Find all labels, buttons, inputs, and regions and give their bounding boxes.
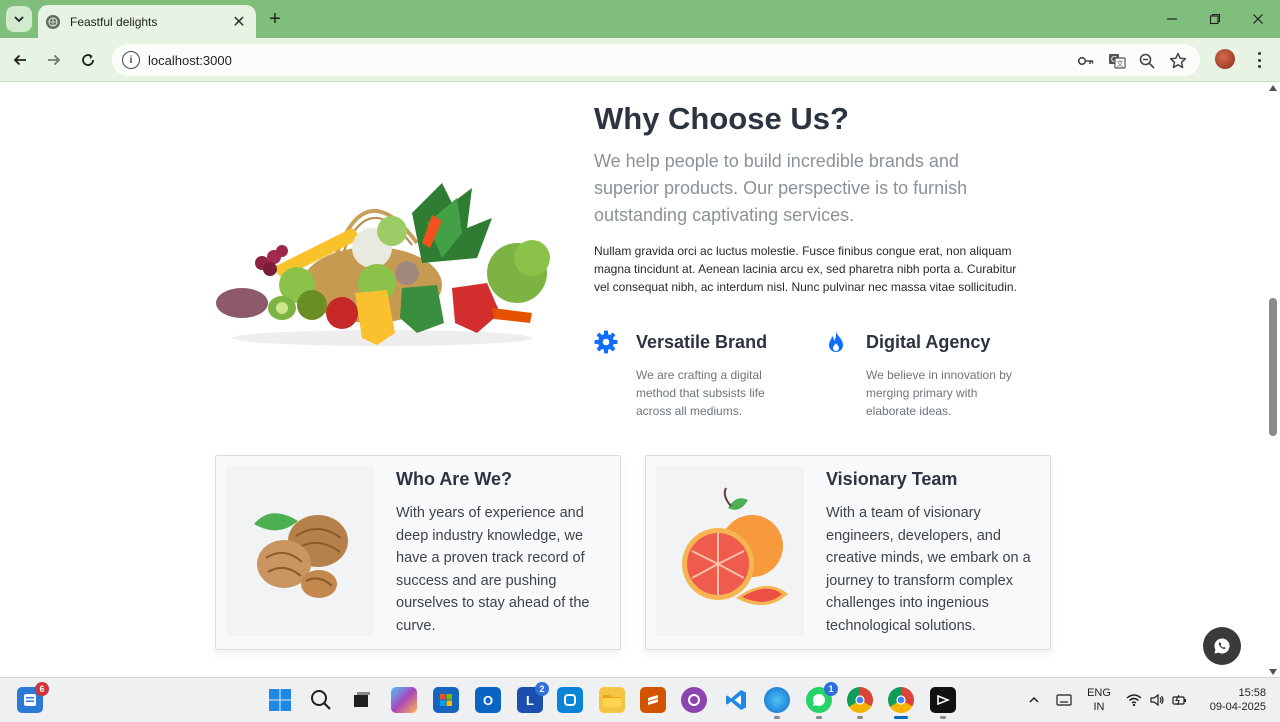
whatsapp-chat-button[interactable] bbox=[1203, 627, 1241, 665]
address-bar[interactable]: i localhost:3000 G文 bbox=[112, 44, 1200, 76]
tab-search-button[interactable] bbox=[6, 6, 32, 32]
scroll-up-arrow-icon[interactable] bbox=[1269, 85, 1277, 91]
vscode-icon[interactable] bbox=[723, 687, 749, 713]
page-viewport: Why Choose Us? We help people to build i… bbox=[0, 83, 1266, 677]
tab-title: Feastful delights bbox=[70, 14, 158, 29]
page-scrollbar[interactable] bbox=[1266, 83, 1280, 677]
restore-icon bbox=[1209, 13, 1221, 25]
arrow-left-icon bbox=[13, 54, 26, 66]
profile-avatar[interactable] bbox=[1215, 49, 1235, 69]
chrome-icon[interactable] bbox=[847, 687, 873, 719]
keyboard-icon[interactable] bbox=[1051, 687, 1077, 713]
chrome-active-icon[interactable] bbox=[888, 687, 914, 719]
card-text: With a team of visionary engineers, deve… bbox=[826, 505, 1031, 634]
task-view-icon[interactable] bbox=[349, 687, 375, 713]
language-indicator[interactable]: ENG IN bbox=[1085, 686, 1113, 714]
feature-text: We believe in innovation by merging prim… bbox=[866, 368, 1012, 418]
close-icon bbox=[1253, 14, 1263, 24]
active-indicator bbox=[894, 716, 908, 719]
walnut-image bbox=[226, 466, 374, 636]
card-text: With years of experience and deep indust… bbox=[396, 505, 590, 634]
whatsapp-taskbar-icon[interactable]: 1 bbox=[806, 682, 838, 719]
chevron-down-icon bbox=[14, 16, 24, 23]
edge-icon[interactable] bbox=[764, 687, 790, 719]
close-window-button[interactable] bbox=[1243, 8, 1273, 30]
svg-text:文: 文 bbox=[1117, 59, 1124, 68]
running-indicator bbox=[774, 716, 780, 719]
scrollbar-thumb[interactable] bbox=[1269, 298, 1277, 436]
browser-tab-bar: Feastful delights ✕ + bbox=[0, 0, 1280, 38]
feature-title: Digital Agency bbox=[866, 332, 991, 352]
zoom-icon[interactable] bbox=[1137, 51, 1157, 71]
windows-taskbar: 6 O L 2 1 ENG IN 15:58 09-04-2025 bbox=[0, 677, 1280, 722]
translate-icon[interactable]: G文 bbox=[1107, 51, 1127, 71]
browser-tab[interactable]: Feastful delights ✕ bbox=[38, 5, 256, 38]
whatsapp-icon bbox=[1214, 638, 1230, 654]
clock[interactable]: 15:58 09-04-2025 bbox=[1198, 686, 1266, 714]
notification-badge: 1 bbox=[824, 682, 838, 696]
scroll-down-arrow-icon[interactable] bbox=[1269, 669, 1277, 675]
more-menu-icon[interactable] bbox=[1251, 50, 1267, 70]
url-text: localhost:3000 bbox=[148, 52, 232, 68]
running-indicator bbox=[816, 716, 822, 719]
chevron-up-icon[interactable] bbox=[1021, 687, 1047, 713]
microsoft-store-icon[interactable] bbox=[433, 687, 459, 713]
forward-button[interactable] bbox=[42, 48, 66, 72]
card-title: Visionary Team bbox=[826, 469, 958, 489]
capcut-icon[interactable] bbox=[930, 687, 956, 719]
sublime-text-icon[interactable] bbox=[640, 687, 666, 713]
reload-button[interactable] bbox=[76, 48, 100, 72]
section-title: Why Choose Us? bbox=[594, 101, 849, 136]
outlook-icon[interactable]: O bbox=[475, 687, 501, 713]
globe-icon bbox=[46, 14, 60, 29]
clock-time: 15:58 bbox=[1238, 687, 1266, 699]
github-desktop-icon[interactable] bbox=[681, 687, 707, 713]
vegetable-basket-image bbox=[216, 183, 550, 346]
search-icon[interactable] bbox=[308, 687, 334, 713]
password-key-icon[interactable] bbox=[1076, 51, 1096, 71]
minimize-icon bbox=[1167, 18, 1177, 20]
section-body-text: Nullam gravida orci ac luctus molestie. … bbox=[594, 244, 1017, 294]
reload-icon bbox=[82, 54, 94, 66]
clock-date: 09-04-2025 bbox=[1209, 701, 1266, 713]
card-who-are-we: Who Are We? With years of experience and… bbox=[215, 455, 621, 650]
new-tab-button[interactable]: + bbox=[264, 8, 286, 30]
running-indicator bbox=[940, 716, 946, 719]
feature-title: Versatile Brand bbox=[636, 332, 768, 352]
restore-button[interactable] bbox=[1200, 8, 1230, 30]
site-info-icon[interactable]: i bbox=[122, 51, 140, 69]
l-app-icon[interactable]: L 2 bbox=[517, 682, 549, 713]
card-visionary-team: Visionary Team With a team of visionary … bbox=[645, 455, 1051, 650]
feature-text: We are crafting a digital method that su… bbox=[636, 368, 765, 418]
arrow-right-icon bbox=[48, 54, 61, 66]
gear-icon bbox=[594, 330, 618, 354]
file-explorer-icon[interactable] bbox=[599, 687, 625, 713]
notification-badge: 6 bbox=[35, 682, 49, 696]
grapefruit-image bbox=[656, 466, 804, 636]
tab-close-icon[interactable]: ✕ bbox=[230, 12, 248, 32]
browser-toolbar: i localhost:3000 G文 bbox=[0, 38, 1280, 82]
back-button[interactable] bbox=[8, 48, 32, 72]
battery-charging-icon[interactable] bbox=[1167, 687, 1193, 713]
card-title: Who Are We? bbox=[396, 469, 512, 489]
start-icon[interactable] bbox=[267, 687, 293, 713]
notification-badge: 2 bbox=[535, 682, 549, 696]
section-lead-text: We help people to build incredible brand… bbox=[594, 151, 968, 225]
flame-icon bbox=[829, 331, 843, 352]
copilot-icon[interactable] bbox=[391, 687, 417, 713]
minimize-button[interactable] bbox=[1157, 8, 1187, 30]
widgets-icon[interactable]: 6 bbox=[17, 682, 49, 713]
blue-square-app-icon[interactable] bbox=[557, 687, 583, 713]
running-indicator bbox=[857, 716, 863, 719]
bookmark-star-icon[interactable] bbox=[1168, 51, 1188, 71]
